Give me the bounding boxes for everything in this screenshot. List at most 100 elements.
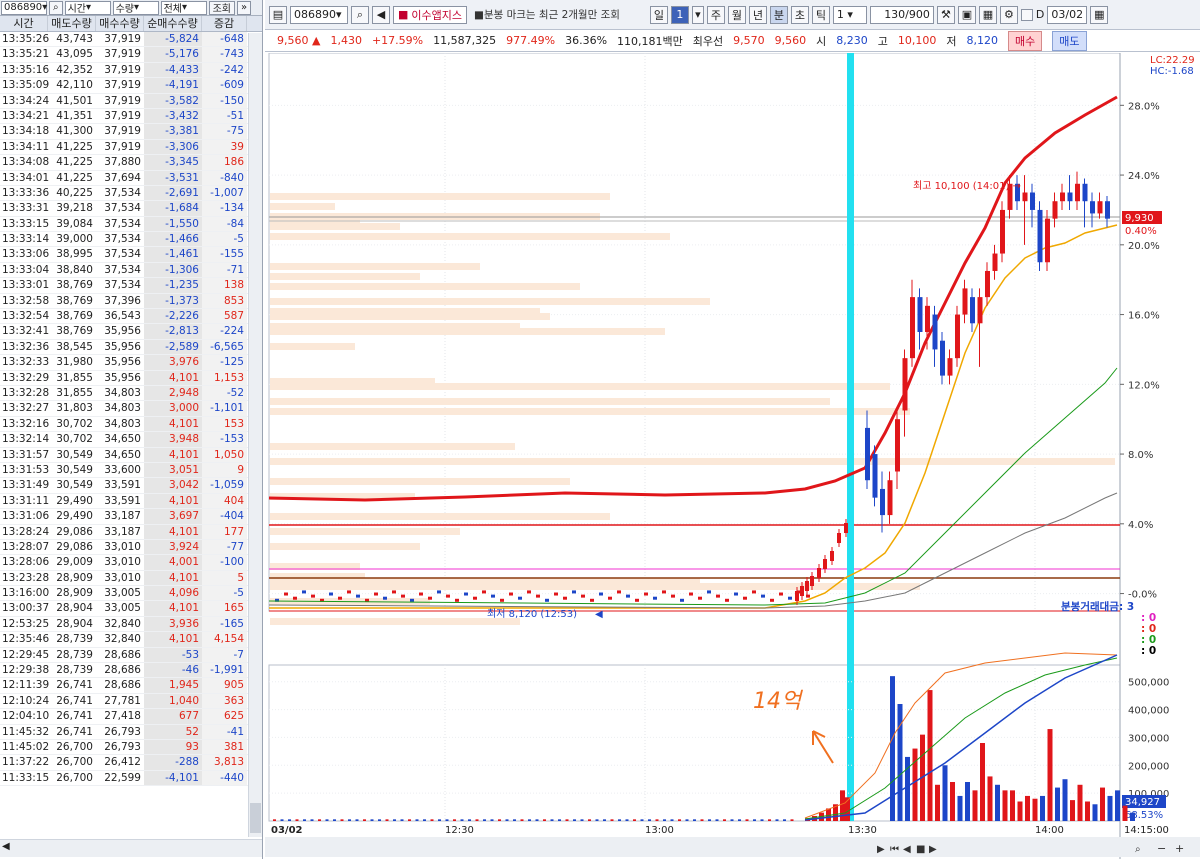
table-row[interactable]: 13:33:01 38,769 37,534 -1,235 138: [0, 278, 262, 294]
table-row[interactable]: 13:35:09 42,110 37,919 -4,191 -609: [0, 78, 262, 94]
cell-change: -165: [202, 616, 247, 632]
search-icon[interactable]: ⌕: [351, 5, 369, 24]
date-input[interactable]: 03/02: [1047, 5, 1088, 24]
table-row[interactable]: 13:31:06 29,490 33,187 3,697 -404: [0, 509, 262, 525]
table-row[interactable]: 13:33:04 38,840 37,534 -1,306 -71: [0, 262, 262, 279]
cell-sell-qty: 40,225: [56, 186, 93, 199]
table-row[interactable]: 13:35:16 42,352 37,919 -4,433 -242: [0, 62, 262, 79]
table-row[interactable]: 13:34:11 41,225 37,919 -3,306 39: [0, 139, 262, 156]
buy-button[interactable]: 매수: [1008, 30, 1043, 51]
vertical-scrollbar[interactable]: [248, 33, 262, 837]
table-row[interactable]: 13:33:06 38,995 37,534 -1,461 -155: [0, 247, 262, 263]
volume-bar-flat: [715, 819, 719, 821]
transaction-label: 분봉거래대금: 3: [1061, 600, 1134, 613]
table-row[interactable]: 13:34:01 41,225 37,694 -3,531 -840: [0, 170, 262, 186]
table-row[interactable]: 13:31:49 30,549 33,591 3,042 -1,059: [0, 478, 262, 494]
period-day-count[interactable]: 1: [670, 5, 689, 24]
period-day[interactable]: 일: [649, 5, 668, 24]
scroll-thumb[interactable]: [250, 803, 261, 833]
chart-tools-icon[interactable]: ⚒: [936, 5, 955, 24]
table-row[interactable]: 12:53:25 28,904 32,840 3,936 -165: [0, 616, 262, 633]
table-row[interactable]: 13:34:21 41,351 37,919 -3,432 -51: [0, 108, 262, 125]
table-row[interactable]: 11:33:15 26,700 22,599 -4,101 -440: [0, 770, 262, 787]
candle-body: [910, 297, 915, 359]
table-row[interactable]: 11:37:22 26,700 26,412 -288 3,813: [0, 755, 262, 771]
table-row[interactable]: 13:32:29 31,855 35,956 4,101 1,153: [0, 370, 262, 386]
count-input[interactable]: 130/900: [869, 5, 934, 24]
table-row[interactable]: 13:32:33 31,980 35,956 3,976 -125: [0, 355, 262, 371]
cell-change: 186: [202, 155, 247, 170]
query-button[interactable]: 조회: [208, 0, 236, 15]
table-row[interactable]: 13:32:58 38,769 37,396 -1,373 853: [0, 293, 262, 310]
table-row[interactable]: 13:32:28 31,855 34,803 2,948 -52: [0, 385, 262, 402]
period-second[interactable]: 초: [790, 5, 809, 24]
table-row[interactable]: 13:33:31 39,218 37,534 -1,684 -134: [0, 201, 262, 217]
table-row[interactable]: 12:29:45 28,739 28,686 -53 -7: [0, 647, 262, 664]
table-row[interactable]: 12:29:38 28,739 28,686 -46 -1,991: [0, 663, 262, 679]
table-row[interactable]: 13:35:21 43,095 37,919 -5,176 -743: [0, 47, 262, 63]
period-year[interactable]: 년: [748, 5, 767, 24]
table-row[interactable]: 13:23:28 28,909 33,010 4,101 5: [0, 570, 262, 587]
table-row[interactable]: 12:35:46 28,739 32,840 4,101 4,154: [0, 632, 262, 648]
table-row[interactable]: 12:10:24 26,741 27,781 1,040 363: [0, 693, 262, 710]
all-select[interactable]: 전체 ▾: [160, 0, 207, 15]
calendar-icon[interactable]: ▦: [1090, 5, 1109, 24]
table-row[interactable]: 12:04:10 26,741 27,418 677 625: [0, 709, 262, 725]
table-row[interactable]: 13:33:14 39,000 37,534 -1,466 -5: [0, 232, 262, 248]
horizontal-scrollbar[interactable]: ◀: [0, 839, 262, 857]
cell-sell-qty: 30,549: [56, 479, 93, 492]
search-icon[interactable]: ⌕: [49, 0, 63, 15]
table-row[interactable]: 13:28:07 29,086 33,010 3,924 -77: [0, 539, 262, 556]
chart-menu-icon[interactable]: ▤: [269, 5, 287, 24]
table-row[interactable]: 13:34:24 41,501 37,919 -3,582 -150: [0, 93, 262, 109]
table-row[interactable]: 13:32:36 38,545 35,956 -2,589 -6,565: [0, 339, 262, 356]
table-row[interactable]: 13:33:15 39,084 37,534 -1,550 -84: [0, 216, 262, 233]
current-volume-tag: 34,927: [1125, 797, 1160, 808]
volume-bar: [995, 784, 1000, 821]
table-row[interactable]: 13:35:26 43,743 37,919 -5,824 -648: [0, 32, 262, 48]
save-icon[interactable]: ▦: [978, 5, 997, 24]
scroll-left-icon[interactable]: ◀: [2, 841, 10, 852]
table-row[interactable]: 11:45:32 26,741 26,793 52 -41: [0, 724, 262, 740]
table-row[interactable]: 13:34:08 41,225 37,880 -3,345 186: [0, 155, 262, 171]
table-row[interactable]: 13:00:37 28,904 33,005 4,101 165: [0, 601, 262, 617]
d-checkbox[interactable]: [1020, 8, 1033, 21]
interval-input[interactable]: 1 ▾: [832, 5, 867, 24]
table-row[interactable]: 13:31:11 29,490 33,591 4,101 404: [0, 493, 262, 510]
table-row[interactable]: 13:32:16 30,702 34,803 4,101 153: [0, 416, 262, 433]
candlestick-chart[interactable]: 28.0% 24.0% 20.0% 16.0% 12.0% 8.0% 4.0% -0.0% LC…: [265, 52, 1200, 859]
table-row[interactable]: 13:16:00 28,909 33,005 4,096 -5: [0, 586, 262, 602]
table-row[interactable]: 13:32:14 30,702 34,650 3,948 -153: [0, 432, 262, 448]
chart-type-icon[interactable]: ▣: [957, 5, 976, 24]
period-minute[interactable]: 분: [769, 5, 788, 24]
qty-select[interactable]: 수량 ▾: [112, 0, 159, 15]
cell-time: 11:37:22: [2, 756, 50, 769]
time-select[interactable]: 시간 ▾: [64, 0, 111, 15]
candle-body: [940, 340, 945, 376]
table-row[interactable]: 12:11:39 26,741 28,686 1,945 905: [0, 678, 262, 694]
period-week[interactable]: 주: [706, 5, 725, 24]
period-tick[interactable]: 틱: [811, 5, 830, 24]
table-row[interactable]: 13:28:06 29,009 33,010 4,001 -100: [0, 555, 262, 571]
table-row[interactable]: 13:32:27 31,803 34,803 3,000 -1,101: [0, 401, 262, 417]
sell-button[interactable]: 매도: [1052, 30, 1087, 51]
table-row[interactable]: 13:34:18 41,300 37,919 -3,381 -75: [0, 124, 262, 140]
expand-icon[interactable]: »: [237, 0, 252, 15]
table-row[interactable]: 13:31:57 30,549 34,650 4,101 1,050: [0, 447, 262, 463]
table-row[interactable]: 13:31:53 30,549 33,600 3,051 9: [0, 462, 262, 479]
table-row[interactable]: 11:45:02 26,700 26,793 93 381: [0, 739, 262, 756]
stock-name-field[interactable]: ■ 이수앱지스: [393, 5, 468, 24]
volume-bar-flat: [468, 819, 471, 821]
volume-bar: [1017, 801, 1023, 821]
period-month[interactable]: 월: [727, 5, 746, 24]
table-row[interactable]: 13:28:24 29,086 33,187 4,101 177: [0, 524, 262, 540]
stock-code-input[interactable]: 086890 ▾: [290, 5, 348, 24]
gear-icon[interactable]: ⚙: [999, 5, 1018, 24]
volume-profile-bar: [270, 298, 710, 305]
table-row[interactable]: 13:32:54 38,769 36,543 -2,226 587: [0, 309, 262, 325]
code-select[interactable]: 086890 ▾: [1, 0, 47, 15]
table-row[interactable]: 13:32:41 38,769 35,956 -2,813 -224: [0, 324, 262, 340]
speaker-icon[interactable]: ◀: [372, 5, 390, 24]
chevron-down-icon[interactable]: ▾: [691, 5, 704, 24]
table-row[interactable]: 13:33:36 40,225 37,534 -2,691 -1,007: [0, 185, 262, 202]
